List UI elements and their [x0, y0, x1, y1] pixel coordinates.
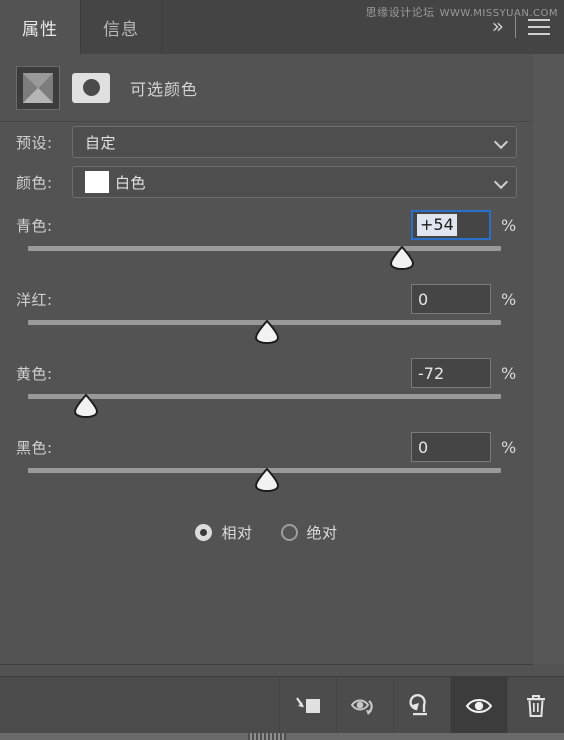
panel-right-gutter [533, 54, 564, 664]
slider-group-yellow: 黄色: -72 % [0, 356, 533, 422]
magenta-value-wrap: 0 % [411, 284, 517, 314]
preset-value: 自定 [85, 133, 117, 152]
cyan-value-wrap: +54 % [411, 210, 517, 240]
cyan-input-value: +54 [417, 214, 457, 236]
visibility-eye-icon [465, 698, 493, 713]
method-radio-group: 相对 绝对 [0, 522, 533, 543]
panel-content: 预设: 自定 颜色: 白色 青色: +54 % 洋红: 0 % 黄色: -72 … [0, 122, 533, 543]
hamburger-menu-icon[interactable] [526, 19, 552, 35]
adjustment-header: 可选颜色 [0, 54, 533, 122]
tool-divider [515, 16, 516, 38]
preset-label: 预设: [16, 133, 53, 152]
yellow-slider-handle[interactable] [73, 393, 99, 419]
chevron-down-icon [495, 176, 508, 189]
color-value: 白色 [115, 173, 147, 192]
visibility-button[interactable] [450, 677, 507, 734]
tab-info[interactable]: 信息 [80, 0, 162, 54]
radio-relative-label: 相对 [221, 524, 253, 542]
yellow-value-wrap: -72 % [411, 358, 517, 388]
panel-bottom-toolbar [0, 676, 564, 734]
adjustment-title: 可选颜色 [130, 79, 199, 99]
color-row: 颜色: 白色 [0, 162, 533, 202]
magenta-unit: % [501, 289, 517, 309]
radio-absolute-label: 绝对 [306, 524, 338, 542]
black-slider[interactable] [16, 462, 517, 496]
layer-mask-thumbnail-icon[interactable] [72, 72, 110, 103]
black-input-value: 0 [418, 437, 429, 457]
cyan-row-header: 青色: +54 % [16, 208, 517, 242]
delete-trash-icon [527, 694, 545, 717]
magenta-row-header: 洋红: 0 % [16, 282, 517, 316]
slider-group-cyan: 青色: +54 % [0, 208, 533, 274]
slider-group-magenta: 洋红: 0 % [0, 282, 533, 348]
cyan-slider-handle[interactable] [389, 245, 415, 271]
panel-tab-bar: 属性 信息 » 思缘设计论坛 WWW.MISSYUAN.COM [0, 0, 564, 54]
color-label: 颜色: [16, 173, 53, 192]
reset-button[interactable] [393, 677, 450, 734]
color-swatch [85, 171, 109, 193]
yellow-unit: % [501, 363, 517, 383]
yellow-label: 黄色: [16, 364, 53, 383]
slider-group-black: 黑色: 0 % [0, 430, 533, 496]
radio-absolute[interactable]: 绝对 [280, 522, 338, 543]
toggle-previous-state-icon [350, 699, 373, 715]
cyan-slider-track [28, 246, 501, 251]
cyan-unit: % [501, 215, 517, 235]
panel-header-tools: » [487, 0, 564, 54]
cyan-input[interactable]: +54 [411, 210, 491, 240]
delete-button[interactable] [507, 677, 564, 734]
tab-bar-filler [162, 0, 488, 54]
cyan-label: 青色: [16, 216, 53, 235]
reset-icon [409, 693, 427, 715]
magenta-slider[interactable] [16, 314, 517, 348]
black-unit: % [501, 437, 517, 457]
black-slider-handle[interactable] [254, 467, 280, 493]
tab-properties[interactable]: 属性 [0, 0, 80, 54]
radio-relative-button[interactable] [195, 524, 213, 541]
black-label: 黑色: [16, 438, 53, 457]
color-dropdown[interactable]: 白色 [72, 166, 517, 198]
toggle-previous-state-button[interactable] [336, 677, 393, 734]
black-input[interactable]: 0 [411, 432, 491, 462]
yellow-row-header: 黄色: -72 % [16, 356, 517, 390]
black-value-wrap: 0 % [411, 432, 517, 462]
mask-dot-shape [82, 79, 100, 96]
properties-panel-window: 属性 信息 » 思缘设计论坛 WWW.MISSYUAN.COM 可选颜色 预设:… [0, 0, 564, 740]
double-chevron-right-icon[interactable]: » [488, 16, 505, 36]
magenta-label: 洋红: [16, 290, 53, 309]
magenta-slider-handle[interactable] [254, 319, 280, 345]
resize-grip[interactable] [248, 733, 286, 740]
preset-row: 预设: 自定 [0, 122, 533, 162]
selective-color-adjustment-icon[interactable] [16, 65, 60, 110]
radio-selected-dot [200, 529, 208, 536]
magenta-input[interactable]: 0 [411, 284, 491, 314]
tab-properties-label: 属性 [22, 19, 58, 40]
radio-absolute-button[interactable] [280, 524, 298, 541]
yellow-input[interactable]: -72 [411, 358, 491, 388]
chevron-down-icon [495, 136, 508, 149]
tab-info-label: 信息 [103, 19, 139, 40]
properties-panel-body: 可选颜色 预设: 自定 颜色: 白色 青色: +54 % 洋红: 0 % 黄色:… [0, 54, 533, 665]
radio-relative[interactable]: 相对 [195, 522, 252, 543]
magenta-input-value: 0 [418, 289, 429, 309]
clip-to-layer-icon [296, 696, 320, 713]
clip-to-layer-button[interactable] [279, 677, 336, 734]
yellow-input-value: -72 [418, 363, 445, 383]
yellow-slider[interactable] [16, 388, 517, 422]
preset-dropdown[interactable]: 自定 [72, 126, 517, 158]
cyan-slider[interactable] [16, 240, 517, 274]
black-row-header: 黑色: 0 % [16, 430, 517, 464]
